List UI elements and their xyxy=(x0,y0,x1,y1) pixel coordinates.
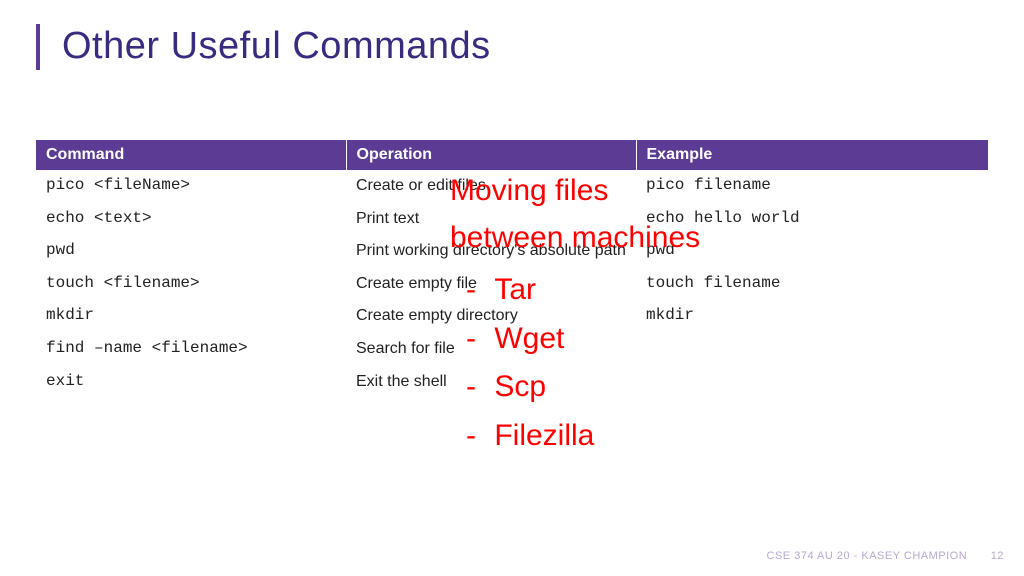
annotation-heading-line1: Moving files xyxy=(450,174,608,207)
annotation-list: Tar Wget Scp Filezilla xyxy=(450,267,700,459)
cell-command: find –name <filename> xyxy=(36,333,346,366)
cell-command: echo <text> xyxy=(36,203,346,236)
cell-command: pico <fileName> xyxy=(36,170,346,203)
annotation-item: Tar xyxy=(466,267,700,314)
col-example: Example xyxy=(636,140,988,170)
title-accent-bar xyxy=(36,24,40,70)
page-number: 12 xyxy=(991,550,1004,562)
cell-command: pwd xyxy=(36,235,346,268)
footer-course: CSE 374 AU 20 - KASEY CHAMPION xyxy=(767,550,968,562)
table-header-row: Command Operation Example xyxy=(36,140,988,170)
annotation-heading-line2: between machines xyxy=(450,221,700,254)
slide-title: Other Useful Commands xyxy=(62,24,491,70)
annotation-heading: Moving files between machines xyxy=(450,168,700,261)
title-block: Other Useful Commands xyxy=(36,24,491,70)
slide: Other Useful Commands Command Operation … xyxy=(0,0,1024,576)
annotation-item: Wget xyxy=(466,316,700,363)
annotation-item: Scp xyxy=(466,364,700,411)
cell-command: touch <filename> xyxy=(36,268,346,301)
cell-command: exit xyxy=(36,366,346,399)
col-command: Command xyxy=(36,140,346,170)
annotation-item: Filezilla xyxy=(466,413,700,460)
slide-footer: CSE 374 AU 20 - KASEY CHAMPION 12 xyxy=(767,550,1004,562)
col-operation: Operation xyxy=(346,140,636,170)
cell-command: mkdir xyxy=(36,300,346,333)
annotation-overlay: Moving files between machines Tar Wget S… xyxy=(450,168,700,459)
